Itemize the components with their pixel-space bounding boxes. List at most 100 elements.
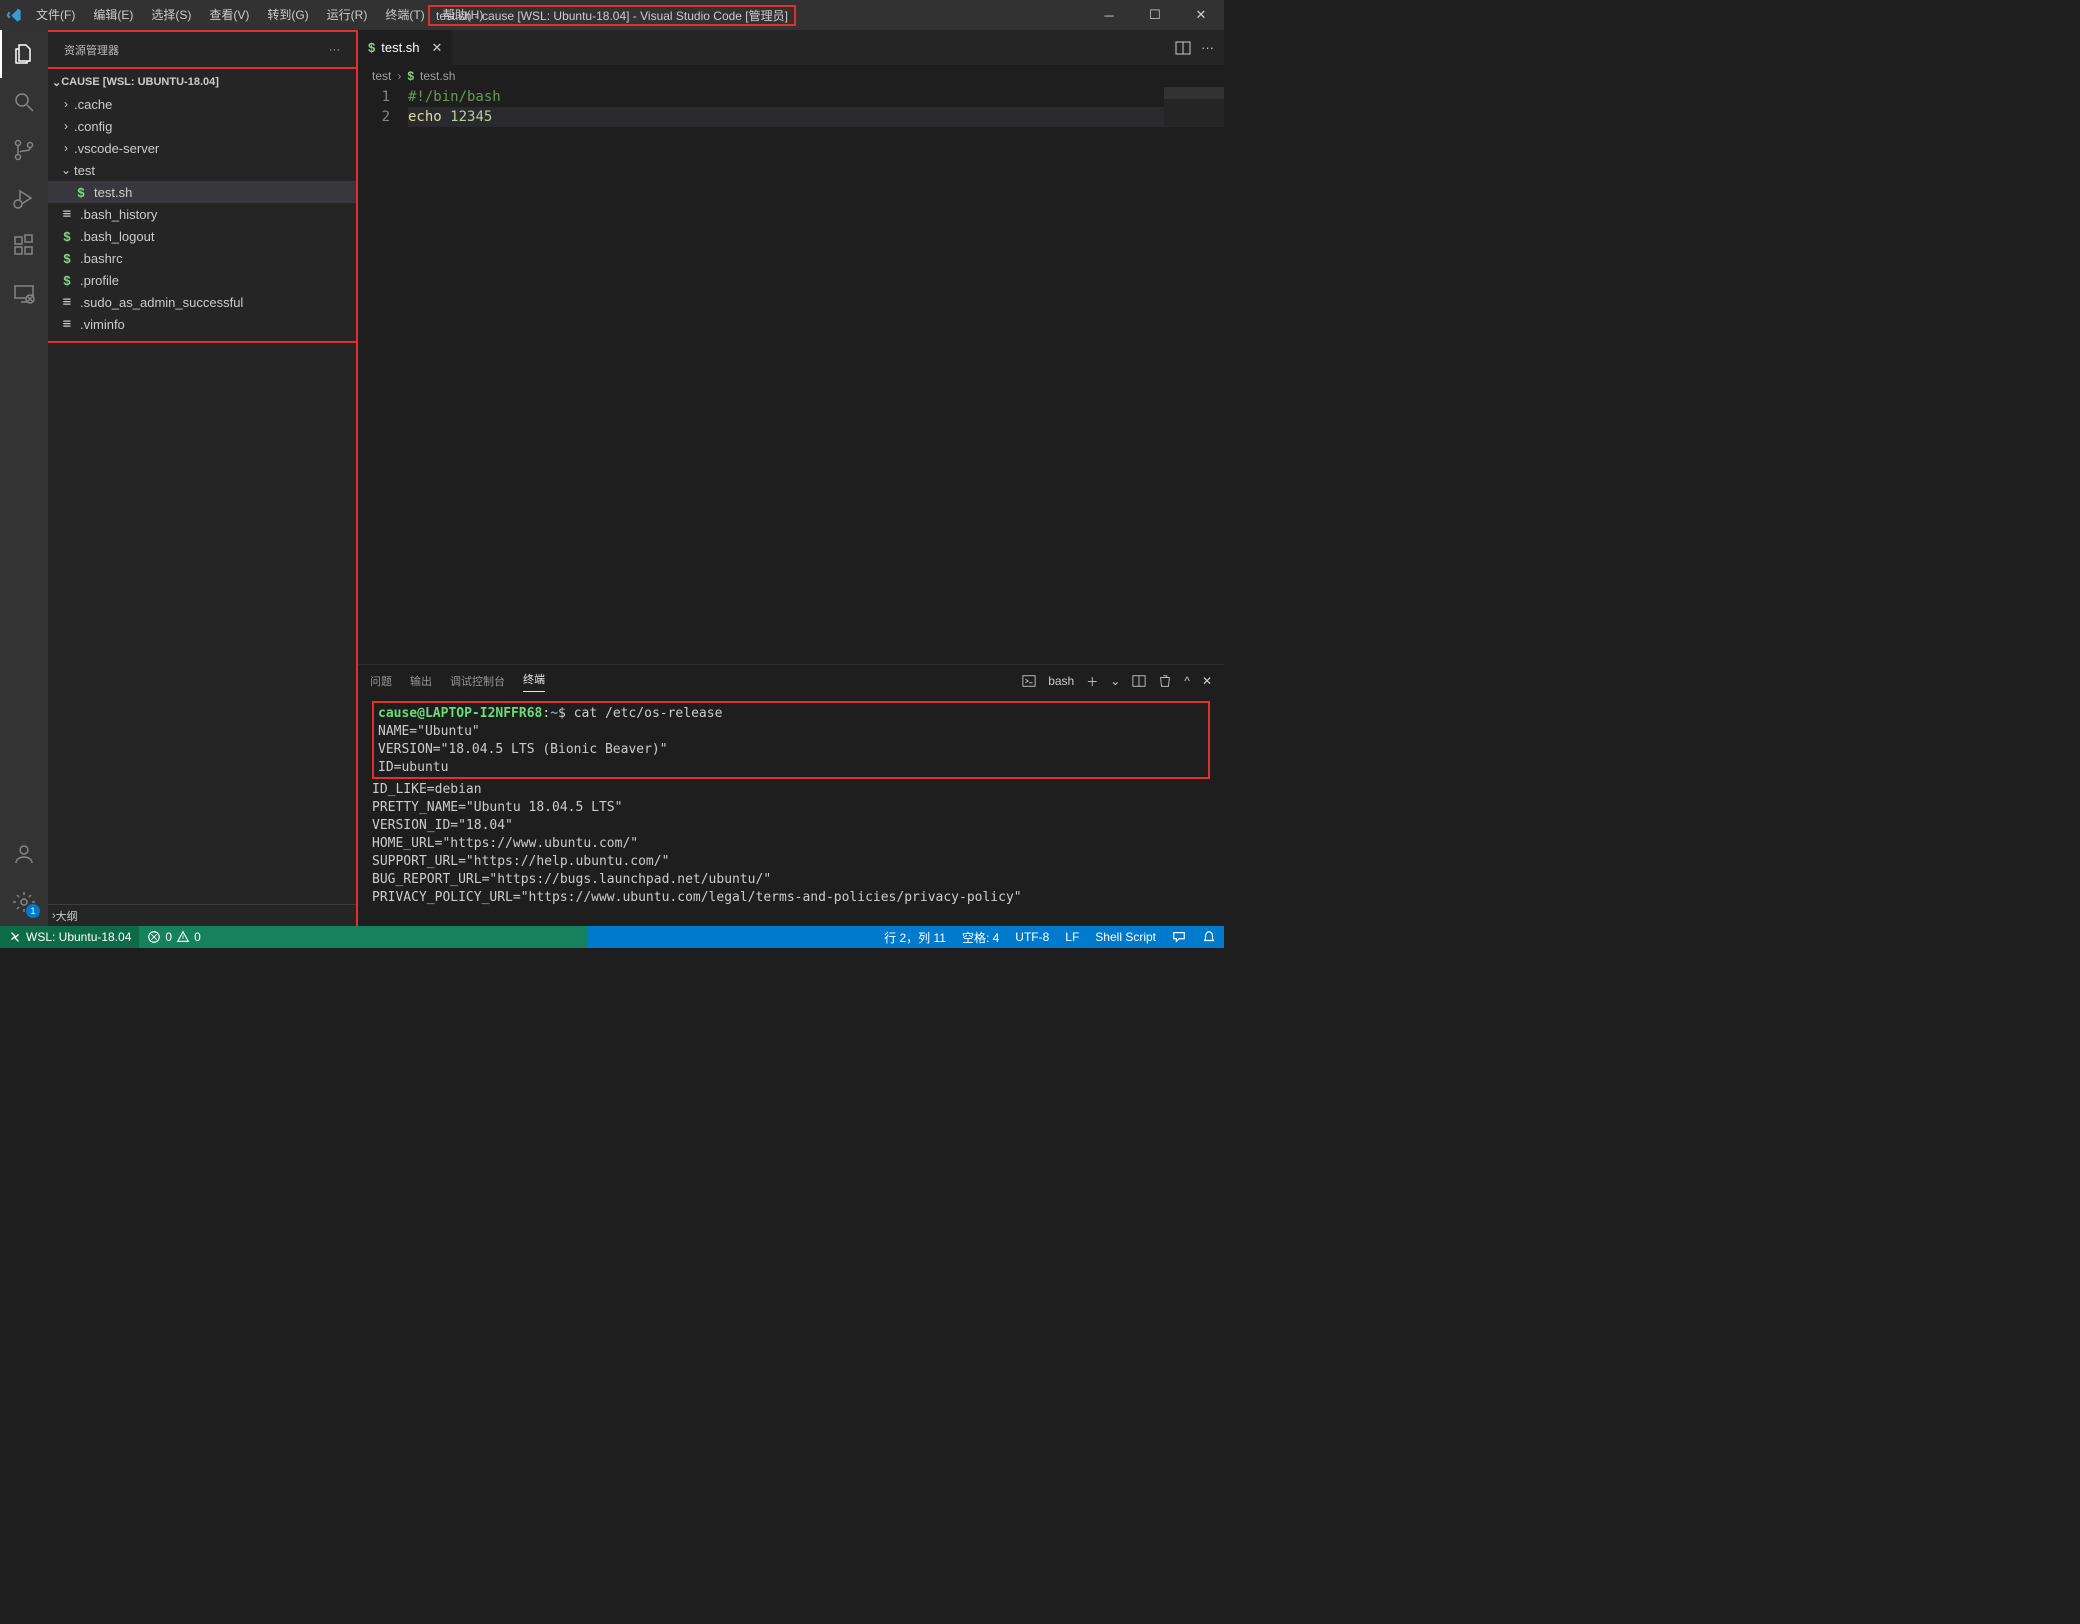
menu-view[interactable]: 查看(V) <box>201 0 257 30</box>
terminal-line: ID=ubuntu <box>378 759 1204 777</box>
tree-item[interactable]: ⌄test <box>48 159 356 181</box>
tree-item[interactable]: $test.sh <box>48 181 356 203</box>
status-remote-label: WSL: Ubuntu-18.04 <box>26 930 131 944</box>
new-terminal-icon[interactable]: ＋ <box>1086 673 1098 690</box>
editor-area: $ test.sh ✕ ··· test › $ test.sh 1 2 #!/… <box>358 30 1224 926</box>
close-button[interactable]: ✕ <box>1178 0 1224 30</box>
search-icon <box>12 90 36 114</box>
minimap-slider[interactable] <box>1164 87 1224 99</box>
breadcrumbs[interactable]: test › $ test.sh <box>358 65 1224 87</box>
terminal-line: BUG_REPORT_URL="https://bugs.launchpad.n… <box>372 871 1210 889</box>
line-number: 1 <box>358 87 390 107</box>
status-eol[interactable]: LF <box>1057 926 1087 948</box>
shell-file-icon: $ <box>72 185 90 200</box>
maximize-panel-icon[interactable]: ^ <box>1184 674 1190 688</box>
tree-item-label: .bash_logout <box>80 229 154 244</box>
title-bar: 文件(F) 编辑(E) 选择(S) 查看(V) 转到(G) 运行(R) 终端(T… <box>0 0 1224 30</box>
terminal-prompt-user: cause@LAPTOP-I2NFFR68 <box>378 706 542 721</box>
activity-account[interactable] <box>0 830 48 878</box>
shell-file-icon: $ <box>368 40 375 55</box>
tree-item[interactable]: ›.vscode-server <box>48 137 356 159</box>
status-problems[interactable]: 0 0 <box>139 926 208 948</box>
chevron-right-icon: › <box>58 97 74 111</box>
menu-edit[interactable]: 编辑(E) <box>85 0 141 30</box>
tab-test-sh[interactable]: $ test.sh ✕ <box>358 30 453 65</box>
tree-item[interactable]: ≡.bash_history <box>48 203 356 225</box>
panel-tab-output[interactable]: 输出 <box>410 673 432 689</box>
tree-item[interactable]: ≡.viminfo <box>48 313 356 335</box>
chevron-right-icon: › <box>397 69 401 83</box>
menu-terminal[interactable]: 终端(T) <box>377 0 432 30</box>
tree-item-label: .cache <box>74 97 112 112</box>
terminal-shell-label[interactable]: bash <box>1048 674 1074 688</box>
code-editor[interactable]: 1 2 #!/bin/bash echo 12345 <box>358 87 1224 664</box>
kill-terminal-icon[interactable] <box>1158 674 1172 688</box>
extensions-icon <box>12 234 36 258</box>
breadcrumb-folder[interactable]: test <box>372 69 391 83</box>
line-number: 2 <box>358 107 390 127</box>
status-lncol[interactable]: 行 2，列 11 <box>876 926 954 948</box>
activity-scm[interactable] <box>0 126 48 174</box>
activity-explorer[interactable] <box>0 30 48 78</box>
split-terminal-icon[interactable] <box>1132 674 1146 688</box>
panel-tab-terminal[interactable]: 终端 <box>523 671 545 692</box>
tree-item[interactable]: $.bashrc <box>48 247 356 269</box>
status-lang[interactable]: Shell Script <box>1087 926 1164 948</box>
file-tree: ⌄ CAUSE [WSL: UBUNTU-18.04] ›.cache›.con… <box>48 67 356 343</box>
menu-run[interactable]: 运行(R) <box>319 0 376 30</box>
tree-item-label: .sudo_as_admin_successful <box>80 295 243 310</box>
activity-extensions[interactable] <box>0 222 48 270</box>
tree-item[interactable]: ›.cache <box>48 93 356 115</box>
terminal-line: VERSION_ID="18.04" <box>372 817 1210 835</box>
status-spaces[interactable]: 空格: 4 <box>954 926 1007 948</box>
panel-tab-debug[interactable]: 调试控制台 <box>450 673 505 689</box>
sidebar-more-icon[interactable]: ··· <box>329 44 340 56</box>
menu-goto[interactable]: 转到(G) <box>259 0 316 30</box>
tree-item-label: .config <box>74 119 112 134</box>
tab-close-icon[interactable]: ✕ <box>432 40 443 56</box>
terminal-dropdown-icon[interactable]: ⌄ <box>1110 674 1120 688</box>
activity-debug[interactable] <box>0 174 48 222</box>
shell-file-icon: $ <box>58 251 76 266</box>
maximize-button[interactable]: ☐ <box>1132 0 1178 30</box>
minimize-button[interactable]: ─ <box>1086 0 1132 30</box>
breadcrumb-file[interactable]: test.sh <box>420 69 455 83</box>
outline-header[interactable]: › 大纲 <box>48 904 356 926</box>
tree-item[interactable]: $.bash_logout <box>48 225 356 247</box>
terminal-prompt-dollar: $ <box>558 706 566 721</box>
split-editor-icon[interactable] <box>1175 40 1191 56</box>
error-icon <box>147 930 161 944</box>
status-remote[interactable]: WSL: Ubuntu-18.04 <box>0 926 139 948</box>
terminal-cmd: cat /etc/os-release <box>574 706 723 721</box>
sidebar-title: 资源管理器 <box>64 42 329 58</box>
editor-tabs: $ test.sh ✕ ··· <box>358 30 1224 65</box>
status-encoding[interactable]: UTF-8 <box>1007 926 1057 948</box>
tree-item[interactable]: ›.config <box>48 115 356 137</box>
menu-file[interactable]: 文件(F) <box>28 0 83 30</box>
tree-item[interactable]: ≡ .sudo_as_admin_successful <box>48 291 356 313</box>
activity-search[interactable] <box>0 78 48 126</box>
tree-item[interactable]: $.profile <box>48 269 356 291</box>
activity-settings[interactable]: 1 <box>0 878 48 926</box>
activity-remote[interactable] <box>0 270 48 318</box>
status-bell-icon[interactable] <box>1194 926 1224 948</box>
code-token: echo <box>408 109 442 125</box>
status-bar: WSL: Ubuntu-18.04 0 0 行 2，列 11 空格: 4 UTF… <box>0 926 1224 948</box>
panel-tab-problems[interactable]: 问题 <box>370 673 392 689</box>
menu-select[interactable]: 选择(S) <box>143 0 199 30</box>
close-panel-icon[interactable]: ✕ <box>1202 674 1212 688</box>
status-errors: 0 <box>165 930 172 944</box>
code-content[interactable]: #!/bin/bash echo 12345 <box>408 87 1224 664</box>
code-token: 12345 <box>450 109 492 125</box>
terminal-launch-icon[interactable] <box>1022 674 1036 688</box>
text-file-icon: ≡ <box>58 294 76 310</box>
more-actions-icon[interactable]: ··· <box>1201 40 1214 55</box>
terminal-body[interactable]: cause@LAPTOP-I2NFFR68:~$ cat /etc/os-rel… <box>358 697 1224 926</box>
tree-item-label: test <box>74 163 95 178</box>
status-feedback-icon[interactable] <box>1164 926 1194 948</box>
terminal-line: VERSION="18.04.5 LTS (Bionic Beaver)" <box>378 741 1204 759</box>
outline-label: 大纲 <box>56 908 78 924</box>
panel-tabs: 问题 输出 调试控制台 终端 bash ＋ ⌄ ^ ✕ <box>358 665 1224 697</box>
terminal-prompt-path: ~ <box>550 706 558 721</box>
tree-root[interactable]: ⌄ CAUSE [WSL: UBUNTU-18.04] <box>48 71 356 93</box>
